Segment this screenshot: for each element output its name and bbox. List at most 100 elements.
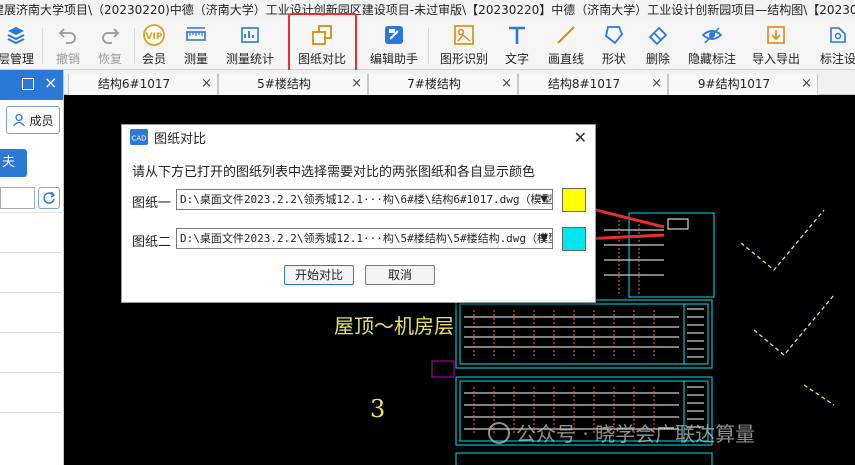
tab-building-5[interactable]: 5#楼结构 × [218, 74, 368, 95]
watermark-text: 公众号 · 晓学会广联达算量 [516, 422, 756, 446]
shape-icon [601, 24, 627, 46]
refresh-button[interactable] [38, 187, 60, 209]
dialog-description: 请从下方已打开的图纸列表中选择需要对比的两张图纸和各自显示颜色 [132, 165, 536, 180]
drawing-tabs: 结构6#1017 × 5#楼结构 × 7#楼结构 × 结构8#1017 × 9#… [64, 70, 855, 95]
redo-label: 恢复 [97, 52, 122, 66]
hide-annotation-button[interactable]: 隐藏标注 [686, 20, 738, 70]
tab-building-7[interactable]: 7#楼结构 × [368, 74, 518, 95]
undo-label: 撤销 [55, 52, 80, 66]
cancel-button[interactable]: 取消 [365, 265, 435, 285]
tab-label: 9#结构1017 [697, 77, 771, 91]
app-logo-icon: CAD [130, 129, 148, 145]
import-export-icon [763, 24, 789, 46]
vip-label: 会员 [141, 52, 166, 66]
delete-button[interactable]: 删除 [642, 20, 674, 70]
member-button[interactable]: 成员 [6, 106, 60, 134]
panel-search-input[interactable] [0, 187, 35, 209]
drawing2-value: D:\桌面文件2023.2.2\领秀城12.1···构\5#楼结构\5#楼结构.… [180, 232, 553, 245]
tab-label: 结构6#1017 [97, 77, 171, 91]
close-tab-icon[interactable]: × [651, 74, 662, 94]
toolbar-divider [134, 28, 135, 64]
measure-label: 测量 [183, 52, 208, 66]
drawing1-color-swatch[interactable] [562, 188, 586, 212]
shape-tool-label: 形状 [601, 52, 626, 66]
import-export-button[interactable]: 导入导出 [750, 20, 802, 70]
close-tab-icon[interactable]: × [201, 74, 212, 94]
edit-helper-label: 编辑助手 [369, 52, 418, 66]
line-icon [553, 24, 579, 46]
undo-icon [55, 24, 81, 46]
watermark-logo-icon [488, 421, 510, 444]
tab-label: 7#楼结构 [407, 77, 461, 91]
panel-action-button[interactable]: 夫 [0, 149, 27, 177]
annotation-settings-button[interactable]: 标注设 [814, 20, 855, 70]
edit-helper-button[interactable]: 编辑助手 [366, 20, 422, 70]
drawing-sheet [455, 299, 713, 369]
draw-line-button[interactable]: 画直线 [546, 20, 586, 70]
drawing1-value: D:\桌面文件2023.2.2\领秀城12.1···构\6#楼\结构6#1017… [180, 193, 553, 206]
vip-icon: VIP [141, 24, 167, 46]
close-tab-icon[interactable]: × [501, 74, 512, 94]
layer-manager-label: 层管理 [0, 52, 34, 66]
measure-button[interactable]: 测量 [180, 20, 212, 70]
measure-stats-icon [237, 24, 263, 46]
redo-button[interactable]: 恢复 [92, 20, 128, 70]
measure-stats-button[interactable]: 测量统计 [224, 20, 276, 70]
window-title-bar: 建展济南大学项目\（20230220)中德（济南大学）工业设计创新园区建设项目-… [0, 0, 855, 20]
left-panel: × 成员 夫 [0, 70, 64, 465]
drawing2-label: 图纸二 [132, 235, 172, 250]
vip-button[interactable]: VIP 会员 [138, 20, 170, 70]
main-toolbar: 层管理 撤销 恢复 VIP 会员 测量 测量统计 图纸对比 编辑助手 图形识别 … [0, 20, 855, 70]
hide-annotation-label: 隐藏标注 [687, 52, 736, 66]
layers-icon [3, 24, 29, 46]
panel-divider [0, 372, 64, 373]
tab-label: 5#楼结构 [257, 77, 311, 91]
number-label: 3 [370, 395, 386, 423]
left-panel-header: × [0, 70, 63, 100]
annotation-settings-label: 标注设 [819, 52, 855, 66]
member-label: 成员 [29, 113, 54, 128]
measure-icon [183, 24, 209, 46]
vip-badge-text: VIP [146, 32, 163, 42]
draw-line-label: 画直线 [547, 52, 584, 66]
start-compare-button[interactable]: 开始对比 [284, 265, 354, 285]
panel-divider [0, 252, 64, 253]
tab-label: 结构8#1017 [547, 77, 621, 91]
tab-structure-6[interactable]: 结构6#1017 × [68, 74, 218, 95]
toolbar-divider [428, 28, 429, 64]
text-icon [504, 24, 530, 46]
window-title: 建展济南大学项目\（20230220)中德（济南大学）工业设计创新园区建设项目-… [0, 3, 855, 17]
dialog-close-icon[interactable]: ✕ [574, 128, 587, 147]
panel-divider [0, 212, 64, 213]
close-tab-icon[interactable]: × [801, 74, 812, 94]
tab-structure-9[interactable]: 9#结构1017 × [668, 74, 818, 95]
dialog-title-bar: CAD 图纸对比 [122, 125, 595, 149]
compare-drawings-dialog: CAD 图纸对比 ✕ 请从下方已打开的图纸列表中选择需要对比的两张图纸和各自显示… [121, 124, 596, 303]
shape-recognition-button[interactable]: 图形识别 [438, 20, 490, 70]
watermark: 公众号 · 晓学会广联达算量 [488, 418, 755, 447]
eraser-icon [645, 24, 671, 46]
close-tab-icon[interactable]: × [351, 74, 362, 94]
annotation-settings-icon [825, 24, 851, 46]
drawing1-select[interactable]: D:\桌面文件2023.2.2\领秀城12.1···构\6#楼\结构6#1017… [176, 189, 553, 210]
undo-button[interactable]: 撤销 [50, 20, 86, 70]
tab-structure-8[interactable]: 结构8#1017 × [518, 74, 668, 95]
drawing2-select[interactable]: D:\桌面文件2023.2.2\领秀城12.1···构\5#楼结构\5#楼结构.… [176, 228, 553, 249]
floor-label: 屋顶～机房层 [334, 314, 454, 338]
drawing2-color-swatch[interactable] [562, 227, 586, 251]
text-tool-button[interactable]: 文字 [502, 20, 532, 70]
delete-label: 删除 [645, 52, 670, 66]
panel-divider [0, 292, 64, 293]
restore-icon[interactable] [22, 78, 34, 90]
dialog-title: 图纸对比 [154, 131, 207, 147]
import-export-label: 导入导出 [751, 52, 800, 66]
compare-button-highlight [288, 13, 357, 72]
app-logo-text: CAD [131, 135, 146, 143]
panel-divider [0, 332, 64, 333]
text-tool-label: 文字 [504, 52, 529, 66]
shape-tool-button[interactable]: 形状 [598, 20, 630, 70]
layer-manager-button[interactable]: 层管理 [0, 20, 38, 70]
chevron-down-icon: ▼ [540, 194, 548, 205]
close-icon[interactable]: × [44, 73, 57, 92]
chevron-down-icon: ▼ [540, 233, 548, 244]
